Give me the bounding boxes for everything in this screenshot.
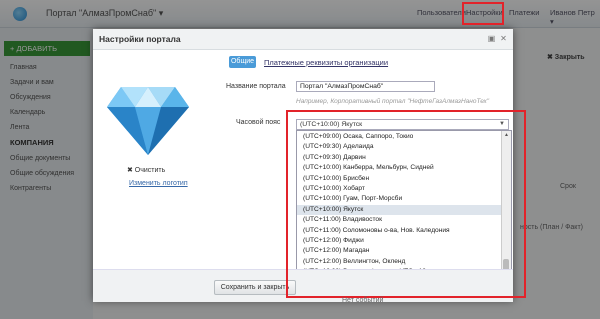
dialog-header: Настройки портала ▣ ✕ xyxy=(93,29,513,50)
tab-general[interactable]: Общие xyxy=(229,56,256,68)
diamond-logo-icon xyxy=(107,75,189,155)
close-icon[interactable]: ✕ xyxy=(499,34,508,43)
timezone-label: Часовой пояс xyxy=(236,119,281,126)
maximize-icon[interactable]: ▣ xyxy=(487,34,496,43)
dialog-title: Настройки портала xyxy=(99,34,181,44)
portal-name-label: Название портала xyxy=(226,83,286,90)
highlight-settings-box xyxy=(462,2,504,25)
save-and-close-button[interactable]: Сохранить и закрыть xyxy=(214,280,296,295)
tab-payment-details[interactable]: Платежные реквизиты организации xyxy=(264,58,388,67)
change-logo-link[interactable]: Изменить логотип xyxy=(129,180,188,187)
highlight-timezone-box xyxy=(286,110,526,298)
portal-name-hint: Например, Корпоративный портал "НефтеГаз… xyxy=(296,98,490,105)
clear-logo-link[interactable]: ✖ Очистить xyxy=(127,166,165,174)
portal-name-input[interactable]: Портал "АлмазПромСнаб" xyxy=(296,81,435,92)
no-events-text: Нет событий xyxy=(342,297,384,304)
